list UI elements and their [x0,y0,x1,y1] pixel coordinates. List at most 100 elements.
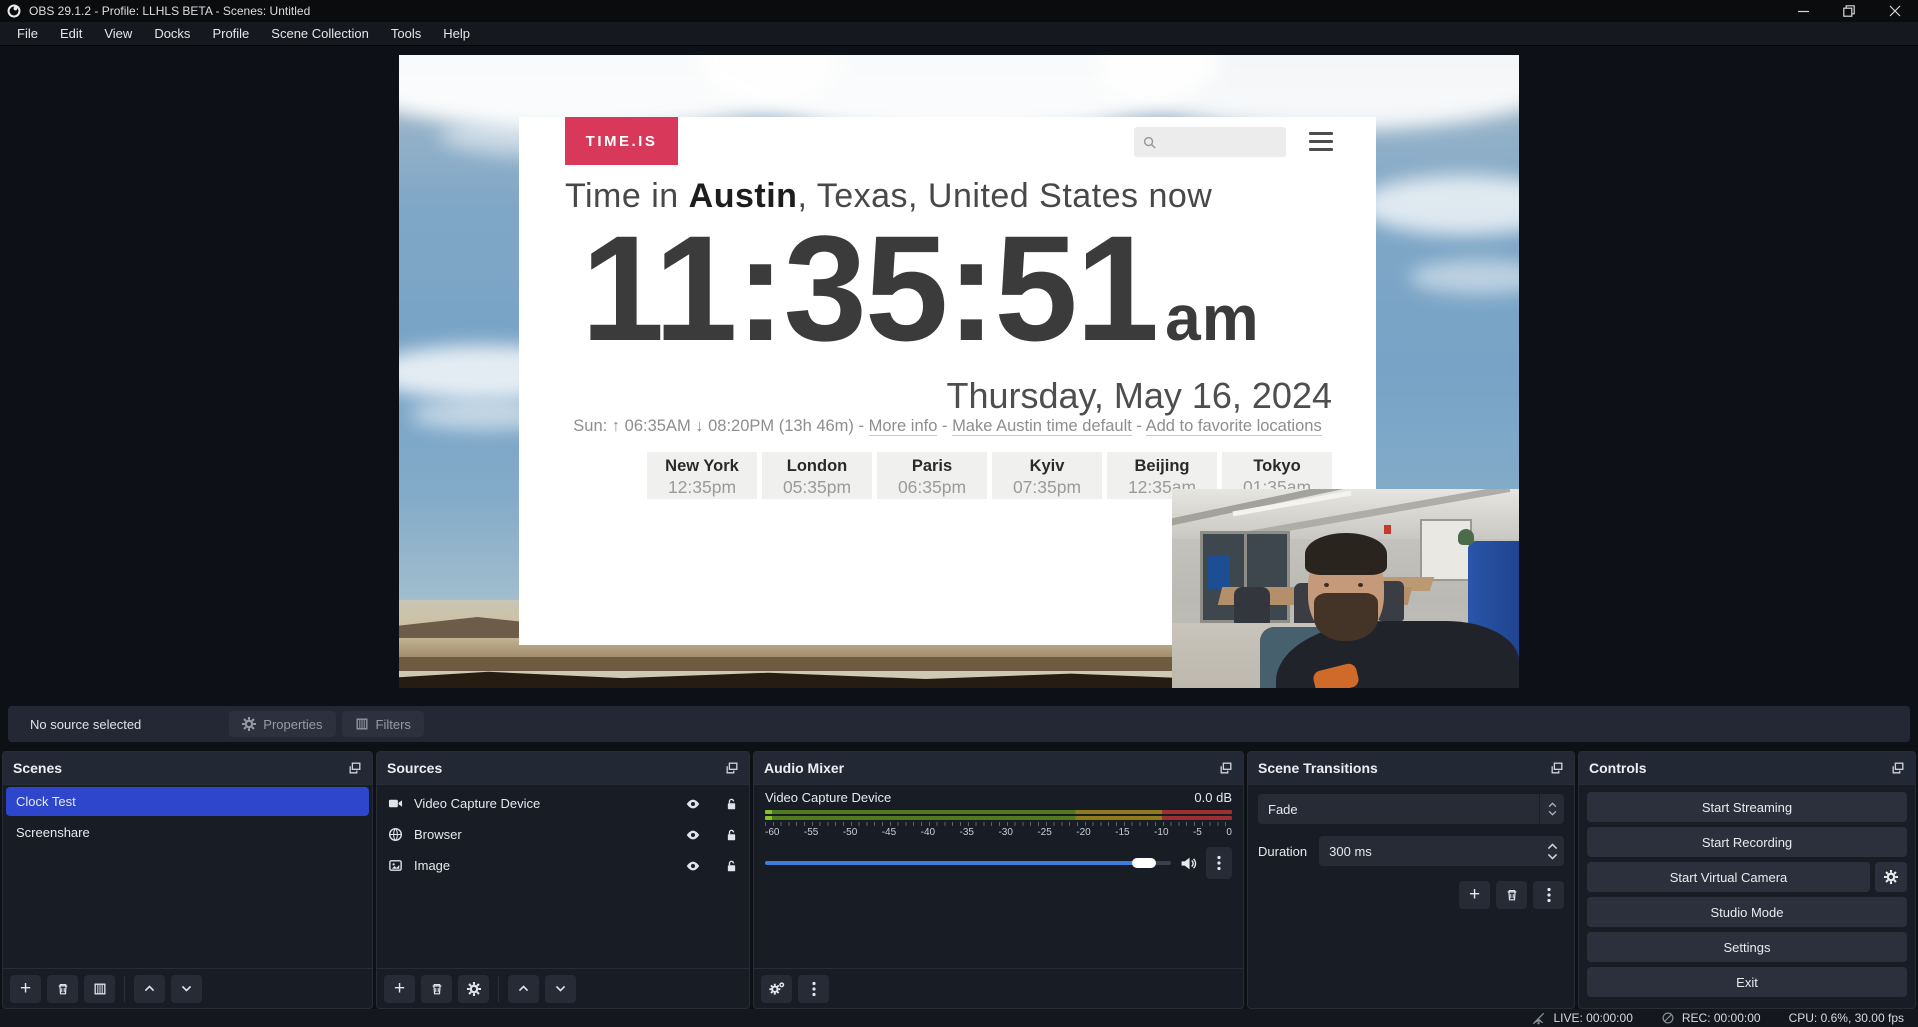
move-source-up-button[interactable] [508,975,539,1003]
mixer-level-db: 0.0 dB [1194,790,1232,805]
controls-panel-header[interactable]: Controls [1579,752,1915,785]
menu-view[interactable]: View [93,22,143,45]
scenes-panel-title: Scenes [13,760,62,776]
scene-canvas[interactable]: TIME.IS Time in Austin, Texas, United St… [399,55,1519,688]
city-newyork[interactable]: New York12:35pm [647,452,757,499]
timeis-search-input[interactable] [1134,127,1286,157]
transition-buttons: + [1258,881,1564,909]
move-scene-up-button[interactable] [134,975,165,1003]
controls-panel: Controls Start Streaming Start Recording… [1578,751,1916,1009]
volume-slider-handle[interactable] [1132,858,1156,868]
scene-transitions-panel: Scene Transitions Fade Duration 300 ms [1247,751,1575,1009]
duration-spinbox[interactable]: 300 ms [1319,836,1564,866]
city-kyiv[interactable]: Kyiv07:35pm [992,452,1102,499]
source-properties-button[interactable] [458,975,489,1003]
date-display: Thursday, May 16, 2024 [946,375,1332,417]
timeis-logo[interactable]: TIME.IS [565,117,678,165]
scenes-panel: Scenes Clock Test Screenshare + [2,751,373,1009]
remove-scene-button[interactable] [47,975,78,1003]
scene-filters-button[interactable] [84,975,115,1003]
add-transition-button[interactable]: + [1459,881,1490,909]
controls-panel-title: Controls [1589,760,1647,776]
person-hair [1305,533,1387,575]
add-scene-button[interactable]: + [10,975,41,1003]
sources-list: Video Capture Device Browser Image [377,785,749,968]
popout-icon[interactable] [1891,761,1905,775]
start-recording-button[interactable]: Start Recording [1587,827,1907,857]
live-status: LIVE: 00:00:00 [1531,1011,1632,1026]
spin-arrows-icon[interactable] [1547,843,1558,860]
image-icon [388,858,403,873]
preview-area[interactable]: TIME.IS Time in Austin, Texas, United St… [0,46,1918,706]
add-favorite-link[interactable]: Add to favorite locations [1146,417,1322,436]
visibility-eye-icon[interactable] [685,827,701,843]
exit-button[interactable]: Exit [1587,967,1907,997]
audio-mixer-header[interactable]: Audio Mixer [754,752,1243,785]
add-source-button[interactable]: + [384,975,415,1003]
settings-button[interactable]: Settings [1587,932,1907,962]
person-eye [1324,583,1329,587]
obs-window: OBS 29.1.2 - Profile: LLHLS BETA - Scene… [0,0,1918,1027]
speaker-icon[interactable] [1180,855,1197,872]
person-eye [1358,583,1363,587]
visibility-eye-icon[interactable] [685,796,701,812]
start-virtual-camera-button[interactable]: Start Virtual Camera [1587,862,1870,892]
lock-icon[interactable] [725,797,738,811]
volume-slider[interactable] [765,861,1171,865]
minimize-button[interactable] [1780,0,1826,22]
sources-panel-title: Sources [387,760,442,776]
sun-info-line: Sun: ↑ 06:35AM ↓ 08:20PM (13h 46m) - Mor… [559,417,1336,436]
virtual-camera-config-button[interactable] [1875,862,1907,892]
cloud [1409,260,1519,294]
city-london[interactable]: London05:35pm [762,452,872,499]
properties-button[interactable]: Properties [229,711,335,737]
transition-menu-button[interactable] [1533,881,1564,909]
mixer-channel-menu-button[interactable] [1206,847,1232,879]
scene-item-screenshare[interactable]: Screenshare [6,818,369,847]
mixer-channel: Video Capture Device 0.0 dB -60-55-50-45… [754,785,1243,968]
remove-source-button[interactable] [421,975,452,1003]
popout-icon[interactable] [1550,761,1564,775]
popout-icon[interactable] [1219,761,1233,775]
close-button[interactable] [1872,0,1918,22]
transitions-body: Fade Duration 300 ms [1248,785,1574,1008]
menu-profile[interactable]: Profile [201,22,260,45]
start-streaming-button[interactable]: Start Streaming [1587,792,1907,822]
more-info-link[interactable]: More info [869,417,938,436]
move-source-down-button[interactable] [545,975,576,1003]
sources-panel-header[interactable]: Sources [377,752,749,785]
exit-sign [1384,525,1391,534]
city-paris[interactable]: Paris06:35pm [877,452,987,499]
mixer-menu-button[interactable] [798,975,829,1003]
menu-docks[interactable]: Docks [143,22,201,45]
source-row-browser[interactable]: Browser [377,819,749,850]
filters-button[interactable]: Filters [342,711,424,737]
popout-icon[interactable] [348,761,362,775]
source-row-image[interactable]: Image [377,850,749,881]
person-beard [1314,593,1378,641]
menu-help[interactable]: Help [432,22,481,45]
visibility-eye-icon[interactable] [685,858,701,874]
plant [1458,529,1474,545]
lock-icon[interactable] [725,828,738,842]
scene-item-clock-test[interactable]: Clock Test [6,787,369,816]
studio-mode-button[interactable]: Studio Mode [1587,897,1907,927]
advanced-audio-button[interactable] [761,975,792,1003]
tv-screen [1208,555,1230,589]
menu-tools[interactable]: Tools [380,22,432,45]
hamburger-menu-icon[interactable] [1309,132,1333,151]
popout-icon[interactable] [725,761,739,775]
menu-edit[interactable]: Edit [49,22,93,45]
restore-button[interactable] [1826,0,1872,22]
move-scene-down-button[interactable] [171,975,202,1003]
menu-scene-collection[interactable]: Scene Collection [260,22,380,45]
remove-transition-button[interactable] [1496,881,1527,909]
transitions-panel-header[interactable]: Scene Transitions [1248,752,1574,785]
menu-file[interactable]: File [6,22,49,45]
make-default-link[interactable]: Make Austin time default [952,417,1132,436]
lock-icon[interactable] [725,859,738,873]
source-row-video-capture[interactable]: Video Capture Device [377,788,749,819]
transition-select[interactable]: Fade [1258,794,1564,824]
meter-tick-marks [765,822,1232,826]
scenes-panel-header[interactable]: Scenes [3,752,372,785]
